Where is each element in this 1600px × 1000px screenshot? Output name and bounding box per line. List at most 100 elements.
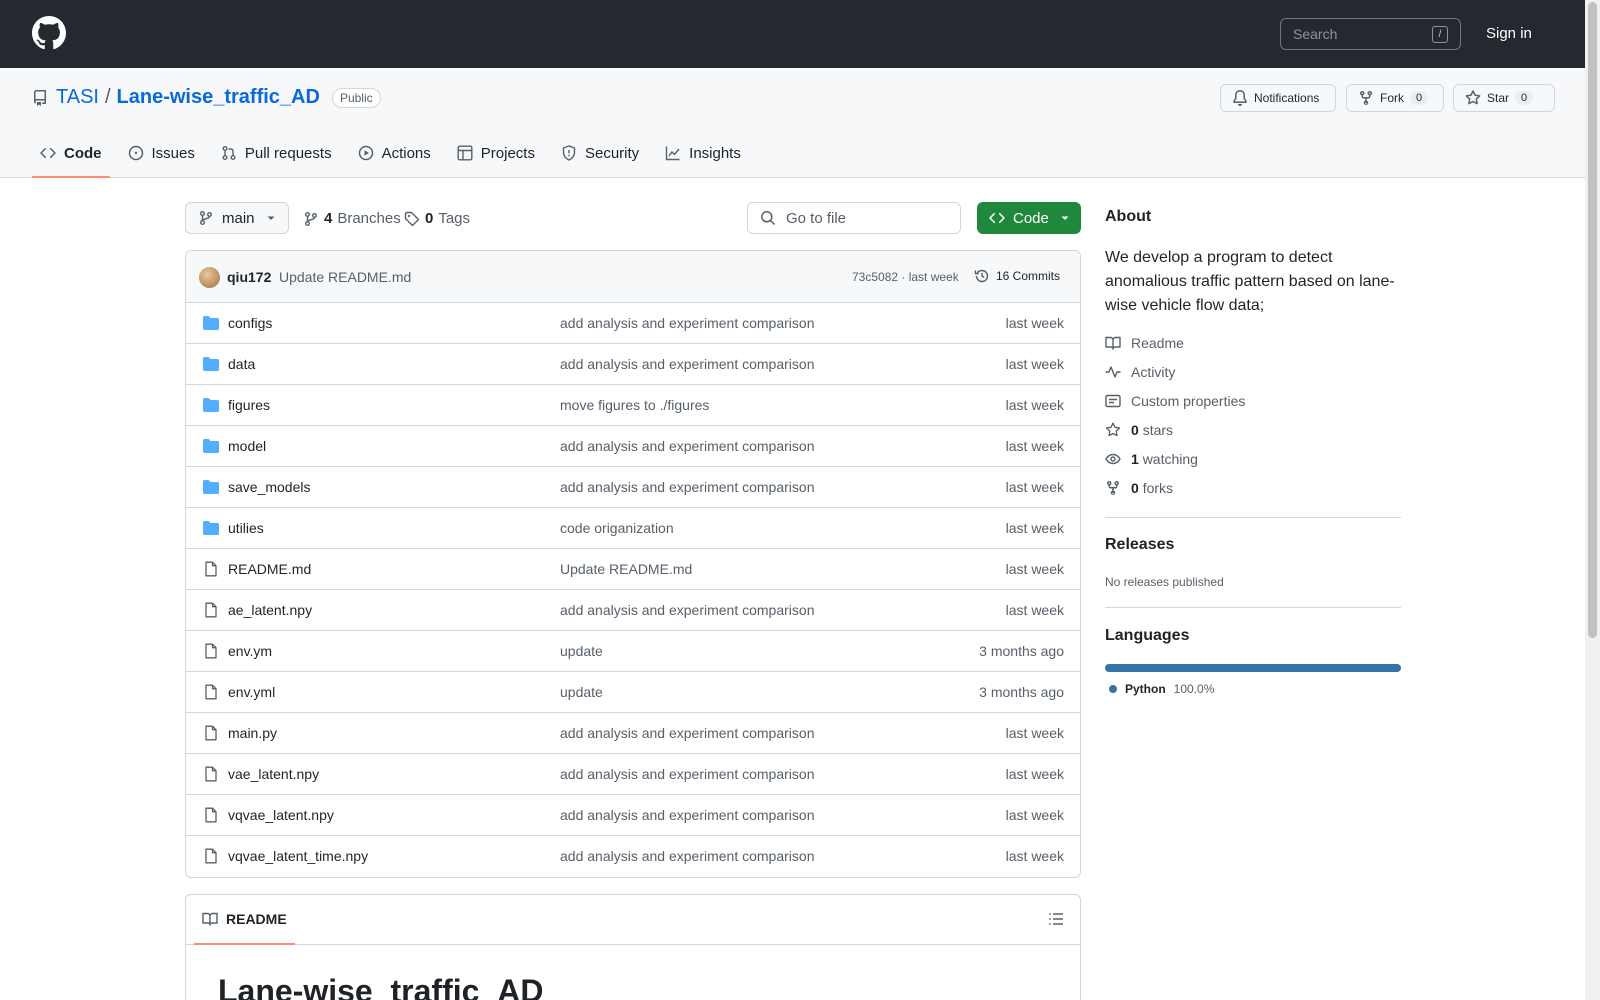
table-row[interactable]: configs add analysis and experiment compa… [186,303,1080,344]
file-name-link[interactable]: utilies [228,520,264,536]
avatar[interactable] [199,267,220,288]
file-name-link[interactable]: save_models [228,479,311,495]
table-row[interactable]: env.ym update 3 months ago [186,631,1080,672]
forks-link[interactable]: 0 forks [1105,480,1173,496]
table-row[interactable]: data add analysis and experiment comparis… [186,344,1080,385]
table-row[interactable]: vae_latent.npy add analysis and experimen… [186,754,1080,795]
sign-in-link[interactable]: Sign in [1486,25,1532,42]
tab-issues-label: Issues [151,144,195,162]
branch-select-button[interactable]: main [185,202,289,234]
star-icon [1465,90,1481,106]
github-logo-icon[interactable] [32,16,66,50]
tab-code-label: Code [64,144,102,162]
tab-insights[interactable]: Insights [657,130,749,176]
table-row[interactable]: vqvae_latent_time.npy add analysis and ex… [186,836,1080,877]
tab-pull-requests[interactable]: Pull requests [213,130,340,176]
repo-icon [32,90,48,106]
file-commit-message-link[interactable]: Update README.md [560,561,692,577]
folder-icon [202,397,220,413]
tags-link[interactable]: 0 Tags [404,210,470,227]
file-commit-message-link[interactable]: code origanization [560,520,674,536]
custom-properties-link[interactable]: Custom properties [1105,393,1245,409]
file-name-link[interactable]: env.ym [228,643,272,659]
table-row[interactable]: main.py add analysis and experiment compa… [186,713,1080,754]
file-name-link[interactable]: README.md [228,561,311,577]
go-to-file-input[interactable]: Go to file [747,202,961,234]
language-item-python[interactable]: Python 100.0% [1109,682,1214,696]
stars-link[interactable]: 0 stars [1105,422,1173,438]
scrollbar-thumb[interactable] [1588,2,1597,638]
notifications-label: Notifications [1254,91,1320,105]
file-commit-message-link[interactable]: move figures to ./figures [560,397,709,413]
fork-label: Fork [1380,91,1404,105]
no-releases-text: No releases published [1105,575,1224,589]
tab-code[interactable]: Code [32,130,110,178]
file-commit-message-link[interactable]: update [560,643,603,659]
commit-message-link[interactable]: Update README.md [279,269,411,285]
file-name-link[interactable]: data [228,356,255,372]
file-commit-message-link[interactable]: add analysis and experiment comparison [560,807,814,823]
table-row[interactable]: model add analysis and experiment compari… [186,426,1080,467]
table-row[interactable]: env.yml update 3 months ago [186,672,1080,713]
file-commit-message-link[interactable]: add analysis and experiment comparison [560,438,814,454]
file-commit-message-link[interactable]: add analysis and experiment comparison [560,725,814,741]
code-dropdown-button[interactable]: Code [977,202,1081,234]
readme-link[interactable]: Readme [1105,335,1184,351]
about-description: We develop a program to detect anomaliou… [1105,249,1395,314]
activity-link[interactable]: Activity [1105,364,1175,380]
star-button[interactable]: Star 0 [1453,84,1555,112]
readme-tab[interactable]: README [194,895,295,945]
file-name-link[interactable]: model [228,438,266,454]
commits-link[interactable]: 16 Commits [974,268,1060,284]
file-table: qiu172 Update README.md 73c5082 · last w… [185,250,1081,878]
file-icon [202,643,220,659]
graph-icon [665,145,681,161]
repo-name-link[interactable]: Lane-wise_traffic_AD [117,86,320,109]
branch-icon [303,211,319,227]
table-row[interactable]: ae_latent.npy add analysis and experiment… [186,590,1080,631]
tab-projects[interactable]: Projects [449,130,543,176]
file-name-link[interactable]: vqvae_latent.npy [228,807,334,823]
file-commit-message-link[interactable]: add analysis and experiment comparison [560,766,814,782]
tab-security[interactable]: Security [553,130,647,176]
search-input[interactable]: Search / [1280,18,1461,50]
table-row[interactable]: README.md Update README.md last week [186,549,1080,590]
file-name-link[interactable]: figures [228,397,270,413]
folder-icon [202,520,220,536]
notifications-button[interactable]: Notifications [1220,84,1336,112]
repo-owner-link[interactable]: TASI [56,86,99,109]
repo-tabs: Code Issues Pull requests Actions Projec… [32,130,759,178]
tab-projects-label: Projects [480,144,535,162]
repo-title-separator: / [104,86,111,108]
file-commit-message-link[interactable]: add analysis and experiment comparison [560,602,814,618]
file-name-link[interactable]: vae_latent.npy [228,766,319,782]
pull-request-icon [221,145,237,161]
language-dot [1109,685,1117,693]
file-commit-message-link[interactable]: update [560,684,603,700]
file-commit-message-link[interactable]: add analysis and experiment comparison [560,356,814,372]
file-name-link[interactable]: main.py [228,725,277,741]
branches-link[interactable]: 4 Branches [303,210,401,227]
file-commit-message-link[interactable]: add analysis and experiment comparison [560,848,814,864]
file-commit-message-link[interactable]: add analysis and experiment comparison [560,479,814,495]
table-row[interactable]: figures move figures to ./figures last wee… [186,385,1080,426]
go-to-file-placeholder: Go to file [786,209,847,227]
tab-pull-requests-label: Pull requests [244,144,332,162]
table-row[interactable]: utilies code origanization last week [186,508,1080,549]
file-name-link[interactable]: ae_latent.npy [228,602,312,618]
commit-meta[interactable]: 73c5082 · last week [852,270,959,284]
tab-issues[interactable]: Issues [120,130,203,176]
file-name-link[interactable]: vqvae_latent_time.npy [228,848,368,864]
file-name-link[interactable]: configs [228,315,272,331]
table-row[interactable]: save_models add analysis and experiment c… [186,467,1080,508]
page-scrollbar[interactable] [1585,0,1600,1000]
fork-button[interactable]: Fork 0 [1346,84,1444,112]
tab-actions[interactable]: Actions [350,130,439,176]
table-row[interactable]: vqvae_latent.npy add analysis and experim… [186,795,1080,836]
commit-author-link[interactable]: qiu172 [227,269,271,285]
watching-link[interactable]: 1 watching [1105,451,1198,467]
file-name-link[interactable]: env.yml [228,684,275,700]
list-icon[interactable] [1048,911,1064,927]
releases-heading[interactable]: Releases [1105,536,1174,554]
file-commit-message-link[interactable]: add analysis and experiment comparison [560,315,814,331]
